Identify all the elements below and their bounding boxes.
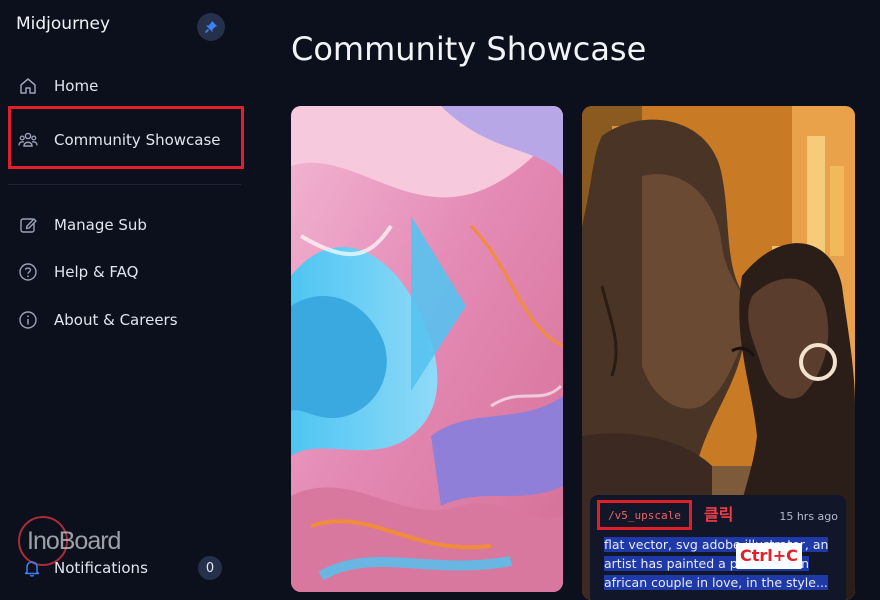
prompt-caption: /v5_upscale 클릭 15 hrs ago flat vector, s… <box>590 495 846 600</box>
command-highlight-box: /v5_upscale <box>597 500 692 530</box>
command-label[interactable]: /v5_upscale <box>608 509 681 522</box>
copy-annotation: Ctrl+C <box>736 543 802 569</box>
main-content: Community Showcase /v5_upscale 클릭 15 hrs… <box>250 0 880 600</box>
watermark-text: InoBoard <box>27 527 121 555</box>
showcase-card-couple[interactable]: /v5_upscale 클릭 15 hrs ago flat vector, s… <box>582 106 855 600</box>
bell-icon <box>22 558 42 578</box>
click-annotation: 클릭 <box>704 505 734 524</box>
sidebar-item-label: Home <box>54 77 99 95</box>
sidebar-item-help-faq[interactable]: Help & FAQ <box>18 257 139 287</box>
pin-button[interactable] <box>197 13 225 41</box>
info-icon <box>18 310 38 330</box>
help-icon <box>18 262 38 282</box>
app-title: Midjourney <box>16 14 111 34</box>
sidebar-item-home[interactable]: Home <box>18 71 98 101</box>
home-icon <box>18 76 38 96</box>
notifications-button[interactable]: Notifications <box>22 554 148 582</box>
sidebar-item-about-careers[interactable]: About & Careers <box>18 305 178 335</box>
sidebar-item-label: Help & FAQ <box>54 263 139 281</box>
sidebar-divider <box>8 184 241 185</box>
sidebar: Midjourney Home Community Showcase Manag… <box>0 0 250 600</box>
sidebar-item-manage-sub[interactable]: Manage Sub <box>18 210 147 240</box>
people-icon <box>18 130 38 150</box>
sidebar-item-label: Community Showcase <box>54 131 221 149</box>
sidebar-item-community-showcase[interactable]: Community Showcase <box>18 125 221 155</box>
notifications-count-badge: 0 <box>198 556 222 580</box>
page-title: Community Showcase <box>291 30 647 68</box>
pin-icon <box>204 21 217 34</box>
edit-icon <box>18 215 38 235</box>
sidebar-item-label: About & Careers <box>54 311 178 329</box>
notifications-label: Notifications <box>54 559 148 577</box>
timestamp: 15 hrs ago <box>779 510 838 523</box>
sidebar-item-label: Manage Sub <box>54 216 147 234</box>
showcase-image-abstract <box>291 106 563 592</box>
showcase-card-abstract[interactable] <box>291 106 563 592</box>
